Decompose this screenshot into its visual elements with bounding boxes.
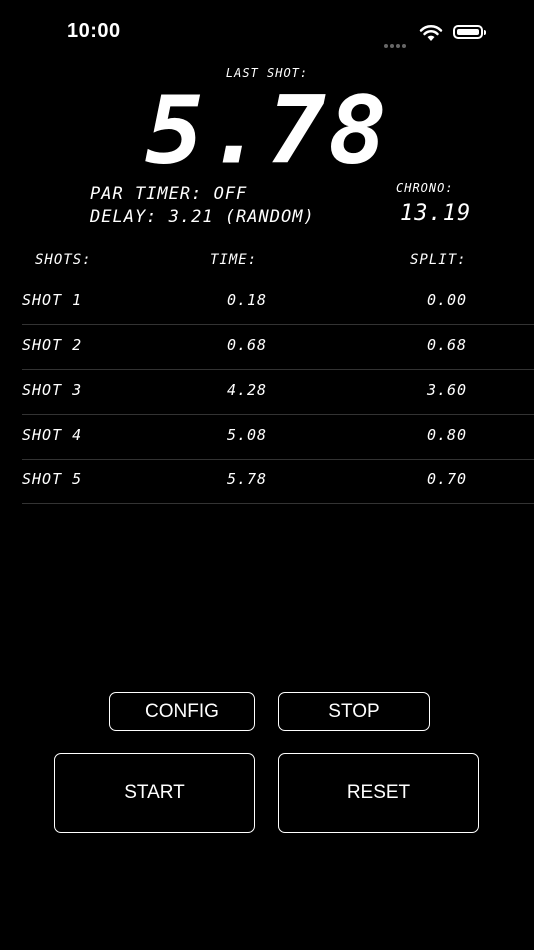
shot-label: SHOT 4 [22, 426, 83, 444]
table-row[interactable]: SHOT 5 5.78 0.70 [22, 458, 534, 504]
column-header-shots: SHOTS: [35, 252, 92, 268]
delay-status: DELAY: 3.21 (RANDOM) [90, 207, 315, 227]
column-header-time: TIME: [210, 252, 258, 268]
reset-button[interactable]: RESET [278, 753, 479, 833]
par-timer-status: PAR TIMER: OFF [90, 184, 248, 204]
shot-time: 5.78 [226, 470, 268, 488]
signal-dots-icon [384, 33, 408, 52]
shot-split: 0.70 [426, 470, 468, 488]
shot-time: 0.68 [226, 336, 268, 354]
battery-icon [453, 25, 486, 39]
shot-label: SHOT 1 [22, 291, 83, 309]
table-row[interactable]: SHOT 2 0.68 0.68 [22, 324, 534, 370]
wifi-icon [419, 24, 443, 46]
shot-split: 0.68 [426, 336, 468, 354]
chrono-label: CHRONO: [396, 181, 454, 195]
table-row[interactable]: SHOT 4 5.08 0.80 [22, 414, 534, 460]
start-button[interactable]: START [54, 753, 255, 833]
shot-time: 0.18 [226, 291, 268, 309]
column-header-split: SPLIT: [410, 252, 467, 268]
chrono-value: 13.19 [400, 201, 472, 226]
status-time: 10:00 [67, 20, 121, 42]
shot-split: 0.00 [426, 291, 468, 309]
table-row[interactable]: SHOT 1 0.18 0.00 [22, 279, 534, 325]
table-row[interactable]: SHOT 3 4.28 3.60 [22, 369, 534, 415]
shot-split: 0.80 [426, 426, 468, 444]
shot-label: SHOT 5 [22, 470, 83, 488]
config-button[interactable]: CONFIG [109, 692, 255, 731]
shot-time: 5.08 [226, 426, 268, 444]
shot-split: 3.60 [426, 381, 468, 399]
shot-time: 4.28 [226, 381, 268, 399]
stop-button[interactable]: STOP [278, 692, 430, 731]
shot-label: SHOT 3 [22, 381, 83, 399]
last-shot-value: 5.78 [144, 76, 389, 186]
shot-label: SHOT 2 [22, 336, 83, 354]
